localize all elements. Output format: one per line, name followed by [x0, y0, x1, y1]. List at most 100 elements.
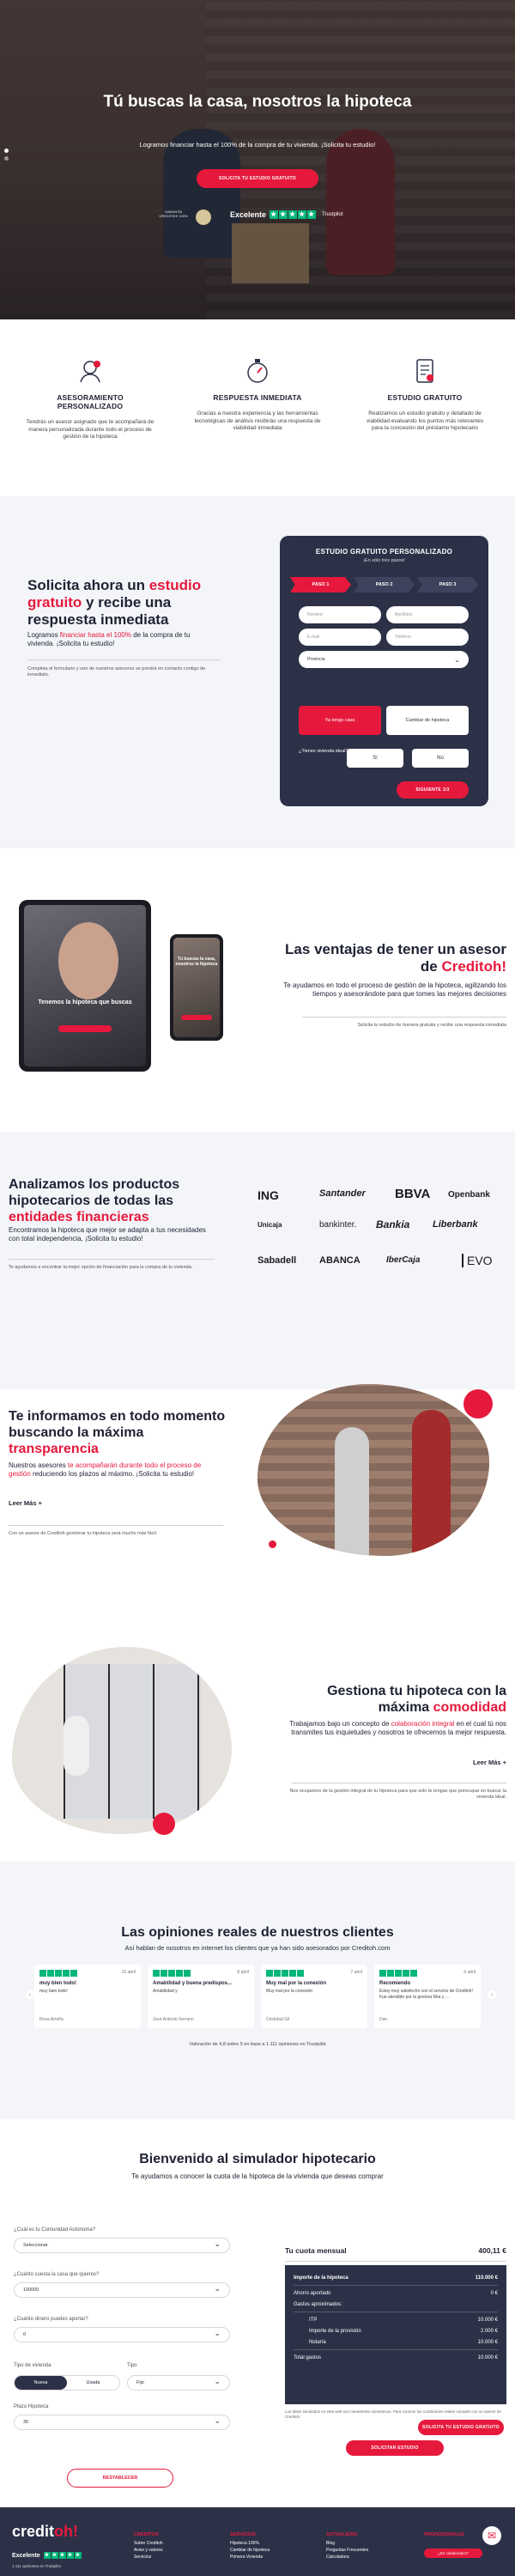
- surname-field[interactable]: Apellidos: [386, 606, 469, 623]
- advantages-lead: Te ayudamos en todo el proceso de gestió…: [283, 981, 506, 998]
- hero-section: Tú buscas la casa, nosotros la hipoteca …: [0, 0, 515, 319]
- bank-logo-evo: EVO: [462, 1254, 493, 1267]
- tablet-mockup: Tenemos la hipoteca que buscas: [19, 900, 151, 1072]
- row-label: Notaría: [309, 2339, 326, 2345]
- house-type-toggle[interactable]: Nueva Usada: [14, 2375, 120, 2391]
- trustpilot-rating[interactable]: Excelente Trustpilot: [230, 210, 342, 219]
- bank-logo-unicaja: Unicaja: [258, 1221, 282, 1229]
- rate-type-select[interactable]: Fijo: [127, 2375, 230, 2391]
- review-title: muy bien todo!: [39, 1981, 76, 1986]
- simulator-cta-button[interactable]: SOLICITA TU ESTUDIO GRATUITO: [418, 2420, 504, 2435]
- region-select[interactable]: Seleccionar: [14, 2238, 230, 2253]
- review-card[interactable]: 6 abril Recomiendo Estoy muy satisfecho …: [374, 1965, 481, 2028]
- email-field[interactable]: E-mail: [299, 629, 381, 646]
- reviews-title: Las opiniones reales de nuestros cliente…: [121, 1925, 394, 1940]
- form-steps: PASO 1 PASO 2 PASO 3: [290, 577, 478, 592]
- breakdown-row: Importe de la hipoteca 110.000 €: [294, 2272, 498, 2283]
- logo-accent: oh!: [54, 2523, 79, 2540]
- divider: [9, 1259, 215, 1260]
- price-label: ¿Cuánto cuesta la casa que quieres?: [14, 2272, 100, 2277]
- footer-link[interactable]: Cambiar de hipoteca: [230, 2547, 270, 2554]
- comfort-title: Gestiona tu hipoteca con la máxima comod…: [275, 1683, 506, 1716]
- review-body: Estoy muy satisfecho con el servicio de …: [379, 1989, 473, 2000]
- term-select[interactable]: 30: [14, 2415, 230, 2430]
- footer-col: SERVICIOS Hipoteca 100% Cambiar de hipot…: [230, 2531, 270, 2561]
- footer-link[interactable]: Primera Vivienda: [230, 2554, 270, 2561]
- chevron-down-icon: ⌄: [454, 655, 460, 664]
- review-date: 6 abril: [464, 1970, 476, 1975]
- simulator-section: Bienvenido al simulador hipotecario Te a…: [0, 2119, 515, 2507]
- phone-field[interactable]: Teléfono: [386, 629, 469, 646]
- next-step-button[interactable]: SIGUIENTE 1/3: [397, 781, 469, 799]
- carousel-next-icon[interactable]: ›: [488, 1990, 496, 1999]
- yes-option[interactable]: Sí: [347, 749, 403, 768]
- footer-link[interactable]: Aviso y valores: [134, 2547, 163, 2554]
- slider-dot[interactable]: [4, 156, 9, 161]
- feature-title: ASESORAMIENTO PERSONALIZADO: [57, 393, 124, 410]
- comfort-section: Gestiona tu hipoteca con la máxima comod…: [0, 1647, 515, 1862]
- lead-highlight: colaboración integral: [391, 1720, 455, 1728]
- request-study-button[interactable]: SOLICITAR ESTUDIO: [346, 2440, 444, 2456]
- footer-logo[interactable]: creditoh!: [12, 2523, 78, 2541]
- province-select[interactable]: Provincia ⌄: [299, 651, 469, 668]
- decor-circle: [464, 1389, 493, 1419]
- divider: [9, 1525, 223, 1526]
- footer-link[interactable]: Blog: [326, 2540, 368, 2547]
- review-body: muy bien todo!: [39, 1989, 68, 1994]
- no-option[interactable]: No: [412, 749, 469, 768]
- hero-cta-button[interactable]: SOLICITA TU ESTUDIO GRATUITO: [197, 169, 318, 188]
- footer-trustpilot[interactable]: Excelente: [12, 2552, 82, 2559]
- name-field[interactable]: Nombre: [299, 606, 381, 623]
- footer-link[interactable]: Calculadora: [326, 2554, 368, 2561]
- row-label: ITP: [309, 2317, 318, 2323]
- hero-title: Tú buscas la casa, nosotros la hipoteca: [103, 93, 412, 111]
- footer-link[interactable]: Servicios: [134, 2554, 163, 2561]
- house-type-used[interactable]: Usada: [67, 2376, 119, 2390]
- option-change-mortgage[interactable]: Cambiar de hipoteca: [386, 706, 469, 735]
- tablet-button: [58, 1025, 112, 1032]
- read-more-link[interactable]: Leer Más +: [9, 1499, 42, 1507]
- request-note: Completa el formulario y uno de nuestros…: [27, 666, 206, 677]
- feature-text: Gracias a nuestra experiencia y las herr…: [194, 410, 321, 431]
- banks-title: Analizamos los productos hipotecarios de…: [9, 1176, 215, 1225]
- slider-dots[interactable]: [4, 149, 9, 161]
- title-highlight: Creditoh!: [441, 958, 506, 975]
- advisor-icon: [75, 355, 106, 386]
- breakdown-table: Importe de la hipoteca 110.000 € Ahorro a…: [285, 2265, 506, 2404]
- lead-part: Logramos: [27, 631, 60, 639]
- banks-section: Analizamos los productos hipotecarios de…: [0, 1132, 515, 1389]
- carousel-prev-icon[interactable]: ‹: [26, 1990, 34, 1999]
- step-1: PASO 1: [290, 577, 351, 592]
- photo-person-woman: [335, 1427, 369, 1556]
- review-card[interactable]: 15 abril muy bien todo! muy bien todo! R…: [34, 1965, 141, 2028]
- mail-icon[interactable]: ✉: [482, 2526, 501, 2545]
- review-card[interactable]: 8 abril Amabilidad y buena predispos... …: [148, 1965, 254, 2028]
- request-section: Solicita ahora un estudio gratuito y rec…: [0, 496, 515, 848]
- price-input[interactable]: 100000: [14, 2282, 230, 2298]
- reviews-summary: Valoración de 4,8 sobre 5 en base a 1.11…: [189, 2042, 326, 2047]
- savings-input[interactable]: 0: [14, 2327, 230, 2342]
- review-date: 7 abril: [350, 1970, 362, 1975]
- collaborator-button[interactable]: ¿Es colaborador?: [424, 2549, 482, 2558]
- feature-advisor: ASESORAMIENTO PERSONALIZADO Tendrás un a…: [26, 355, 154, 441]
- tablet-screen: Tenemos la hipoteca que buscas: [24, 905, 146, 1066]
- transparency-section: Te informamos en todo momento buscando l…: [0, 1384, 515, 1647]
- review-author: José Antonio Serrano: [153, 2017, 194, 2022]
- footer-link[interactable]: Preguntas Frecuentes: [326, 2547, 368, 2554]
- option-have-house[interactable]: Ya tengo casa: [299, 706, 381, 735]
- hero-overlay: [0, 0, 515, 319]
- decor-circle: [269, 1540, 276, 1548]
- read-more-link[interactable]: Leer Más +: [473, 1759, 506, 1766]
- breakdown-row: Total gastos 10.000 €: [294, 2352, 498, 2363]
- savings-label: ¿Cuánto dinero puedes aportar?: [14, 2317, 88, 2322]
- monthly-payment-value: 400,11 €: [478, 2246, 506, 2255]
- footer-link[interactable]: Hipoteca 100%: [230, 2540, 270, 2547]
- bank-logo-bankia: Bankia: [376, 1218, 410, 1230]
- breakdown-row: Ahorro aportado 0 €: [294, 2287, 498, 2299]
- reset-button[interactable]: RESTABLECER: [67, 2469, 173, 2488]
- footer-col-title: PROFESIONALES: [424, 2532, 465, 2537]
- house-type-new[interactable]: Nueva: [15, 2376, 67, 2390]
- review-card[interactable]: 7 abril Muy mal por la conexión Muy mal …: [261, 1965, 367, 2028]
- footer-link[interactable]: Sobre Creditoh: [134, 2540, 163, 2547]
- children-photo: [12, 1647, 232, 1834]
